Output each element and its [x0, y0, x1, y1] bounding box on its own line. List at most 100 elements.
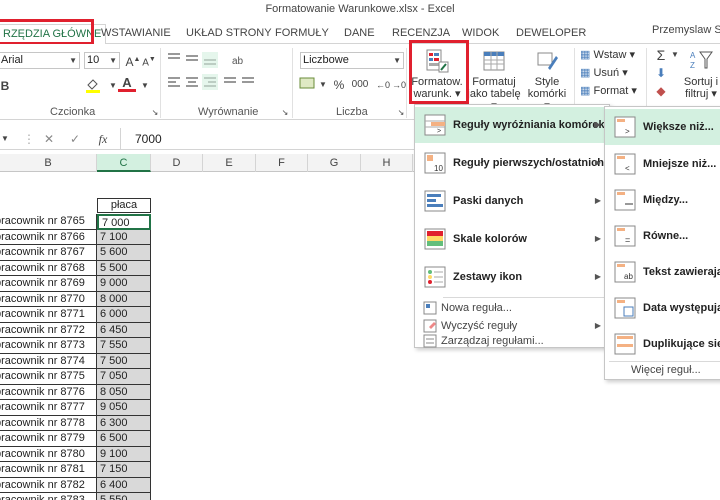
- employee-name-cell[interactable]: pracownik nr 8766: [0, 229, 97, 245]
- fill-color-icon[interactable]: [84, 77, 102, 95]
- column-header-f[interactable]: F: [256, 154, 308, 172]
- employee-name-cell[interactable]: pracownik nr 8774: [0, 353, 97, 369]
- fill-down-icon[interactable]: ⬇: [652, 64, 670, 82]
- cell-styles-button[interactable]: Style komórki ▾: [524, 48, 570, 112]
- table-header-placa[interactable]: płaca: [97, 198, 151, 213]
- tab-data[interactable]: DANE: [344, 24, 375, 42]
- conditional-formatting-button[interactable]: Formatow. warunk. ▾: [410, 48, 464, 104]
- submenu-item-more-rules[interactable]: Więcej reguł...: [605, 363, 720, 379]
- submenu-item-less-than[interactable]: < Mniejsze niż...: [605, 147, 720, 181]
- tab-page-layout[interactable]: UKŁAD STRONY: [186, 24, 272, 42]
- column-header-b[interactable]: B: [0, 154, 97, 172]
- decrease-font-icon[interactable]: A▼: [140, 51, 158, 69]
- confirm-icon[interactable]: ✓: [66, 130, 84, 148]
- column-header-d[interactable]: D: [151, 154, 203, 172]
- tab-insert[interactable]: WSTAWIANIE: [101, 24, 171, 42]
- employee-name-cell[interactable]: pracownik nr 8783: [0, 493, 97, 500]
- column-header-e[interactable]: E: [203, 154, 256, 172]
- name-box-dropdown-icon[interactable]: ▼: [0, 130, 14, 148]
- salary-cell[interactable]: 7 550: [97, 338, 151, 354]
- formula-options-icon[interactable]: ⋮: [20, 130, 38, 148]
- employee-name-cell[interactable]: pracownik nr 8776: [0, 384, 97, 400]
- thousands-separator-button[interactable]: 000: [348, 76, 372, 94]
- salary-cell[interactable]: 6 450: [97, 322, 151, 338]
- submenu-item-date-occurring[interactable]: Data występująca: [605, 291, 720, 325]
- alignment-icons[interactable]: ab: [166, 50, 266, 98]
- salary-cell[interactable]: 5 550: [97, 493, 151, 500]
- column-header-h[interactable]: H: [361, 154, 413, 172]
- employee-name-cell[interactable]: pracownik nr 8769: [0, 276, 97, 292]
- employee-name-cell[interactable]: pracownik nr 8767: [0, 245, 97, 261]
- employee-name-cell[interactable]: pracownik nr 8780: [0, 446, 97, 462]
- font-color-dropdown-icon[interactable]: ▼: [136, 77, 154, 95]
- salary-cell[interactable]: 6 500: [97, 431, 151, 447]
- submenu-item-equal-to[interactable]: = Równe...: [605, 219, 720, 253]
- employee-name-cell[interactable]: pracownik nr 8768: [0, 260, 97, 276]
- employee-name-cell[interactable]: pracownik nr 8765: [0, 214, 97, 230]
- excel-window: Formatowanie Warunkowe.xlsx - Excel RZĘD…: [0, 0, 720, 500]
- salary-cell[interactable]: 8 050: [97, 384, 151, 400]
- salary-cell[interactable]: 9 050: [97, 400, 151, 416]
- salary-cell[interactable]: 6 000: [97, 307, 151, 323]
- salary-cell[interactable]: 6 300: [97, 415, 151, 431]
- salary-cell[interactable]: 5 600: [97, 245, 151, 261]
- menu-item-highlight-rules[interactable]: > Reguły wyróżniania komórek ▶: [415, 107, 609, 143]
- percent-button[interactable]: %: [330, 76, 348, 94]
- insert-cells-button[interactable]: ▦ Wstaw ▾: [580, 46, 635, 64]
- menu-item-icon-sets[interactable]: Zestawy ikon ▶: [415, 259, 609, 295]
- tab-home[interactable]: RZĘDZIA GŁÓWNE: [0, 24, 107, 45]
- employee-name-cell[interactable]: pracownik nr 8775: [0, 369, 97, 385]
- cancel-icon[interactable]: ✕: [40, 130, 58, 148]
- tab-view[interactable]: WIDOK: [462, 24, 499, 42]
- employee-name-cell[interactable]: pracownik nr 8771: [0, 307, 97, 323]
- number-format-select[interactable]: Liczbowe ▼: [300, 52, 404, 69]
- employee-name-cell[interactable]: pracownik nr 8770: [0, 291, 97, 307]
- conditional-formatting-label-1: Formatow.: [411, 76, 463, 88]
- salary-cell[interactable]: 9 000: [97, 276, 151, 292]
- salary-cell[interactable]: 6 400: [97, 477, 151, 493]
- menu-item-manage-rules[interactable]: Zarządzaj regułami...: [415, 333, 609, 349]
- menu-item-new-rule[interactable]: Nowa reguła...: [415, 299, 609, 317]
- delete-icon: ▦: [580, 67, 591, 79]
- salary-cell[interactable]: 7 100: [97, 229, 151, 245]
- tab-review[interactable]: RECENZJA: [392, 24, 450, 42]
- font-name-select[interactable]: Arial ▼: [0, 52, 80, 69]
- salary-cell[interactable]: 5 500: [97, 260, 151, 276]
- menu-item-top-bottom-rules[interactable]: 10 Reguły pierwszych/ostatnich ▶: [415, 145, 609, 181]
- employee-name-cell[interactable]: pracownik nr 8779: [0, 431, 97, 447]
- employee-name-cell[interactable]: pracownik nr 8777: [0, 400, 97, 416]
- tab-formulas[interactable]: FORMUŁY: [275, 24, 329, 42]
- menu-item-color-scales[interactable]: Skale kolorów ▶: [415, 221, 609, 257]
- submenu-item-greater-than[interactable]: > Większe niż...: [605, 109, 720, 145]
- delete-cells-button[interactable]: ▦ Usuń ▾: [580, 64, 628, 82]
- salary-cell[interactable]: 8 000: [97, 291, 151, 307]
- format-as-table-button[interactable]: Formatuj jako tabelę ▾: [466, 48, 522, 112]
- insert-function-button[interactable]: fx: [94, 130, 112, 148]
- font-color-icon[interactable]: A: [118, 75, 136, 92]
- submenu-item-text-contains[interactable]: ab Tekst zawierający: [605, 255, 720, 289]
- employee-name-cell[interactable]: pracownik nr 8781: [0, 462, 97, 478]
- salary-cell[interactable]: 9 100: [97, 446, 151, 462]
- submenu-item-between[interactable]: Między...: [605, 183, 720, 217]
- salary-cell[interactable]: 7 000: [97, 214, 151, 230]
- menu-item-data-bars[interactable]: Paski danych ▶: [415, 183, 609, 219]
- font-size-select[interactable]: 10 ▼: [84, 52, 120, 69]
- employee-name-cell[interactable]: pracownik nr 8782: [0, 477, 97, 493]
- font-dialog-launcher-icon[interactable]: ↘: [146, 104, 164, 122]
- salary-cell[interactable]: 7 050: [97, 369, 151, 385]
- clear-icon[interactable]: ◆: [652, 82, 670, 100]
- sort-filter-button[interactable]: A Z Sortuj i filtruj ▾: [678, 48, 720, 104]
- submenu-item-duplicate-values[interactable]: Duplikujące się w: [605, 327, 720, 361]
- bold-icon[interactable]: B: [0, 77, 14, 95]
- number-dialog-launcher-icon[interactable]: ↘: [392, 104, 410, 122]
- employee-name-cell[interactable]: pracownik nr 8773: [0, 338, 97, 354]
- format-cells-button[interactable]: ▦ Format ▾: [580, 82, 637, 100]
- salary-cell[interactable]: 7 150: [97, 462, 151, 478]
- tab-developer[interactable]: DEWELOPER: [516, 24, 586, 42]
- salary-cell[interactable]: 7 500: [97, 353, 151, 369]
- user-name[interactable]: Przemyslaw S: [652, 24, 720, 36]
- employee-name-cell[interactable]: pracownik nr 8778: [0, 415, 97, 431]
- column-header-c[interactable]: C: [97, 154, 151, 172]
- employee-name-cell[interactable]: pracownik nr 8772: [0, 322, 97, 338]
- column-header-g[interactable]: G: [308, 154, 361, 172]
